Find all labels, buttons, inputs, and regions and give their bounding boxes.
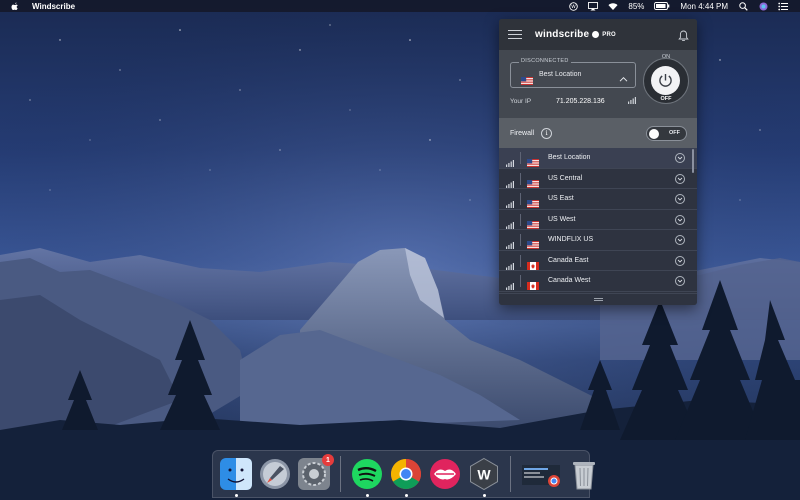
info-icon[interactable]: i [541,127,553,139]
location-item[interactable]: US Central [499,169,697,189]
airplay-icon[interactable] [588,1,599,11]
power-off-label: OFF [660,96,672,102]
location-item-name: US East [548,195,574,202]
firewall-state: OFF [669,130,680,136]
expand-chevron-icon[interactable] [675,153,685,163]
location-item[interactable]: US West [499,210,697,230]
location-item[interactable]: US East [499,189,697,210]
signal-bars-icon [628,97,636,106]
us-flag-icon [521,72,533,90]
row-divider [520,234,521,246]
firewall-label: Firewall [510,129,535,137]
finder-icon[interactable] [219,457,253,497]
running-indicator [483,494,486,497]
spotify-icon[interactable] [350,457,384,497]
windscribe-menubar-icon[interactable]: W [568,1,578,11]
signal-bars-icon [506,277,514,293]
location-list[interactable]: Best Location US Central US East US West WIN… [499,148,697,293]
location-item-name: WINDFLIX US [548,236,594,243]
menu-bar: Windscribe W 85% Mon 4:44 PM [0,0,800,12]
window-preview-icon[interactable] [520,457,562,491]
location-item-name: US Central [548,174,583,182]
windscribe-logo: windscribe PRO [535,29,616,40]
toggle-knob [649,128,659,139]
windscribe-brand-text: windscribe [535,29,590,40]
menubar-clock[interactable]: Mon 4:44 PM [680,2,728,11]
trash-icon[interactable] [567,457,601,491]
expand-chevron-icon[interactable] [675,276,685,286]
location-item[interactable]: WINDFLIX US [499,230,697,251]
firewall-toggle[interactable]: OFF [646,126,687,141]
running-indicator [366,494,369,497]
location-item-name: Canada West [548,277,591,284]
ip-label: Your IP [510,98,532,105]
pro-label: PRO [602,31,616,38]
battery-icon[interactable] [654,1,670,11]
row-divider [520,193,521,205]
ip-value: 71.205.228.136 [556,98,605,105]
location-selector[interactable]: DISCONNECTED Best Location [510,58,636,90]
grip-icon [593,298,603,301]
selected-location-name: Best Location [539,71,582,78]
notification-bell-icon[interactable] [678,29,689,42]
location-item-name: Best Location [548,154,591,161]
expand-chevron-icon[interactable] [675,173,685,184]
connection-status: DISCONNECTED [519,58,571,64]
dock-separator [510,456,511,492]
expand-chevron-icon[interactable] [675,255,685,266]
location-list-scrollbar[interactable] [692,149,694,173]
location-item[interactable]: Canada West [499,271,697,292]
location-item-name: Canada East [548,256,589,264]
pro-badge-icon [592,31,600,38]
svg-text:W: W [477,467,491,483]
power-icon [651,66,680,95]
row-divider [520,172,521,185]
row-divider [520,213,521,226]
row-divider [520,254,521,267]
siri-icon[interactable] [758,1,768,11]
launchpad-icon[interactable] [258,457,292,491]
expand-chevron-icon[interactable] [675,235,685,245]
notification-center-icon[interactable] [778,1,788,11]
location-item[interactable]: Best Location [499,148,697,169]
menubar-app-name[interactable]: Windscribe [32,2,75,11]
expand-chevron-icon[interactable] [675,214,685,225]
hamburger-menu-icon[interactable] [508,29,522,40]
apple-icon[interactable] [10,1,20,11]
running-indicator [235,494,238,497]
system-preferences-icon[interactable]: 1 [297,454,334,491]
connection-panel: DISCONNECTED Best Location Your IP 71.20… [499,50,697,118]
battery-percent: 85% [628,1,645,11]
firewall-row: Firewall i OFF [499,118,697,148]
windscribe-dock-icon[interactable]: W [467,457,501,497]
dock-separator [340,456,341,492]
windscribe-window: windscribe PRO DISCONNECTED Best Locatio… [499,19,697,305]
location-item[interactable]: Canada East [499,251,697,271]
windscribe-header: windscribe PRO [499,19,697,50]
row-divider [520,275,521,287]
notification-badge: 1 [322,454,334,466]
running-indicator [405,494,408,497]
lips-app-icon[interactable] [428,457,462,491]
dock: 1 W [212,450,595,498]
power-on-label: ON [661,54,671,60]
expand-chevron-icon[interactable] [675,194,685,204]
wifi-icon[interactable] [608,1,618,11]
canada-flag-icon [527,277,539,293]
search-icon[interactable] [738,1,748,11]
window-resize-handle[interactable] [499,293,697,305]
svg-text:W: W [571,4,576,10]
location-item-name: US West [548,215,576,223]
row-divider [520,152,521,164]
menubar-status-area: W 85% Mon 4:44 PM [568,1,788,11]
connect-power-button[interactable]: ON OFF [643,54,689,104]
chevron-up-icon[interactable] [619,71,628,82]
chrome-icon[interactable] [389,457,423,497]
